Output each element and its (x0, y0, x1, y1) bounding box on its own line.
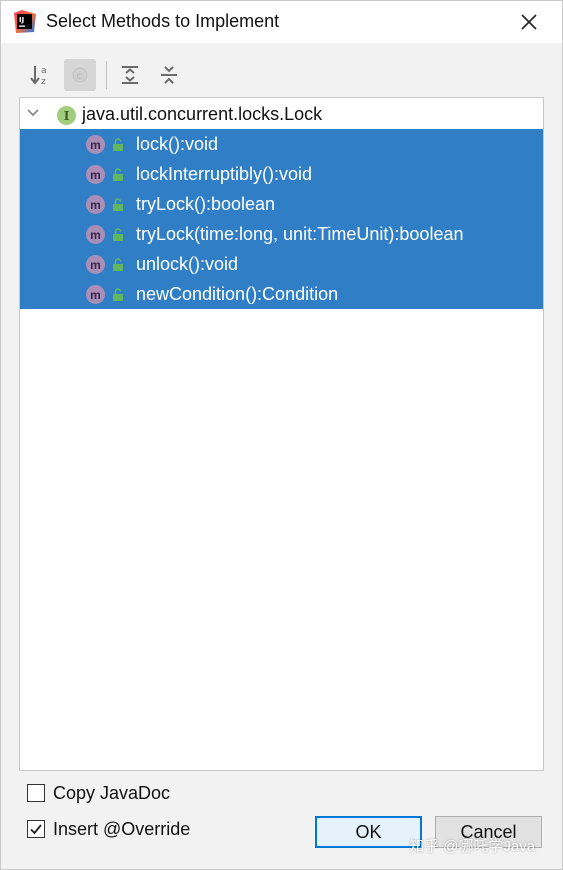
sort-alphabetically-button[interactable]: a z (25, 59, 57, 91)
method-item-unlock[interactable]: m unlock():void (20, 249, 543, 279)
public-lock-icon (113, 288, 123, 301)
svg-text:a: a (41, 66, 47, 76)
show-classes-icon: c (72, 67, 88, 83)
title-bar: IJ Select Methods to Implement (1, 1, 562, 43)
methods-tree[interactable]: I java.util.concurrent.locks.Lock m lock… (19, 97, 544, 771)
method-label: tryLock(time:long, unit:TimeUnit):boolea… (136, 224, 464, 244)
method-icon: m (86, 285, 105, 304)
method-label: lock():void (136, 134, 219, 154)
svg-text:z: z (41, 77, 46, 87)
public-lock-icon (113, 258, 123, 271)
public-lock-icon (113, 198, 123, 211)
copy-javadoc-option[interactable]: Copy JavaDoc (27, 781, 170, 805)
copy-javadoc-label: Copy JavaDoc (53, 782, 171, 803)
method-label: unlock():void (136, 254, 239, 274)
method-icon: m (86, 255, 105, 274)
expand-all-button[interactable] (114, 59, 146, 91)
tree-root-node[interactable]: I java.util.concurrent.locks.Lock (20, 99, 543, 129)
sort-alphabetically-icon: a z (30, 66, 47, 87)
method-label: newCondition():Condition (136, 284, 339, 304)
close-button[interactable] (516, 9, 542, 35)
selected-methods-group: m lock():void m lockInterruptibly():void… (20, 129, 543, 309)
ok-button[interactable]: OK (315, 816, 422, 848)
insert-override-checkbox[interactable] (27, 820, 45, 838)
checkmark-icon (30, 824, 42, 835)
public-lock-icon (113, 168, 123, 181)
toolbar: a z c (19, 57, 544, 93)
insert-override-label: Insert @Override (53, 818, 191, 839)
toolbar-separator (106, 61, 107, 89)
public-lock-icon (113, 228, 123, 241)
method-icon: m (86, 225, 105, 244)
svg-text:c: c (77, 71, 83, 82)
chevron-down-icon[interactable] (26, 106, 40, 120)
close-icon (521, 14, 537, 30)
method-item-lock[interactable]: m lock():void (20, 129, 543, 159)
watermark: 知乎 @哪吒学Java (409, 838, 536, 855)
method-label: tryLock():boolean (136, 194, 276, 214)
insert-override-option[interactable]: Insert @Override (27, 817, 190, 841)
show-classes-button[interactable]: c (64, 59, 96, 91)
method-icon: m (86, 165, 105, 184)
method-item-newcondition[interactable]: m newCondition():Condition (20, 279, 543, 309)
method-icon: m (86, 135, 105, 154)
method-item-trylock-timed[interactable]: m tryLock(time:long, unit:TimeUnit):bool… (20, 219, 543, 249)
method-item-lockinterruptibly[interactable]: m lockInterruptibly():void (20, 159, 543, 189)
interface-icon: I (57, 106, 76, 125)
dialog-title: Select Methods to Implement (46, 11, 280, 31)
expand-all-icon (122, 66, 138, 84)
method-icon: m (86, 195, 105, 214)
collapse-all-button[interactable] (153, 59, 185, 91)
copy-javadoc-checkbox[interactable] (27, 784, 45, 802)
method-item-trylock[interactable]: m tryLock():boolean (20, 189, 543, 219)
root-node-label: java.util.concurrent.locks.Lock (82, 104, 323, 124)
method-label: lockInterruptibly():void (136, 164, 313, 184)
public-lock-icon (113, 138, 123, 151)
intellij-idea-icon: IJ (14, 10, 36, 33)
svg-text:IJ: IJ (19, 16, 24, 24)
collapse-all-icon (161, 66, 177, 84)
select-methods-dialog: IJ Select Methods to Implement a z c I j… (0, 0, 563, 870)
